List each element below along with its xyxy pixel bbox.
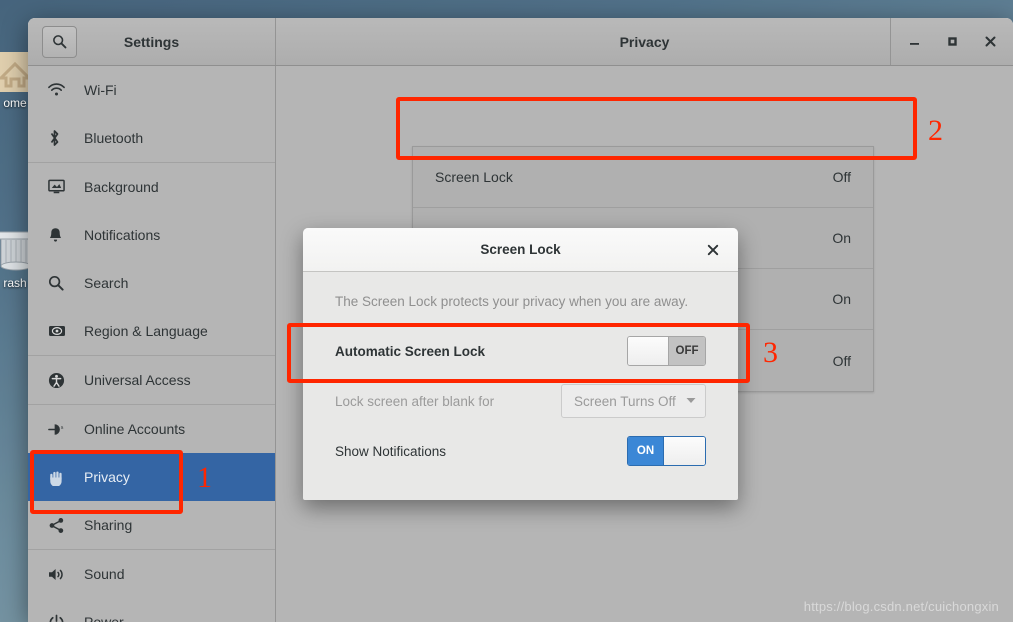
sidebar-item-privacy[interactable]: Privacy [28,453,275,501]
sidebar-item-power[interactable]: Power [28,598,275,622]
close-button[interactable] [971,19,1009,65]
row-label: Automatic Screen Lock [335,343,486,359]
sidebar-item-sharing[interactable]: Sharing [28,501,275,549]
dialog-header: Screen Lock [303,228,738,272]
row-value: Off [832,352,851,369]
dialog-description: The Screen Lock protects your privacy wh… [335,294,689,309]
toggle-knob [628,337,669,365]
hand-icon [48,467,74,487]
content-header: Privacy [276,18,1013,65]
sidebar-item-label: Privacy [84,469,130,485]
sidebar-item-label: Online Accounts [84,421,186,437]
background-icon [48,177,74,197]
close-icon [707,244,719,255]
row-label: Lock screen after blank for [335,393,495,409]
toggle-state-label: ON [628,437,664,465]
online-accounts-icon: s [48,419,74,439]
settings-sidebar: Wi-Fi Bluetooth Background Notifications… [28,66,276,622]
sidebar-item-universal-access[interactable]: Universal Access [28,356,275,404]
svg-text:s: s [61,424,64,431]
speaker-icon [48,564,74,584]
sidebar-item-label: Universal Access [84,372,191,388]
dialog-row-show-notifications: Show Notifications ON [335,431,706,471]
sidebar-item-label: Search [84,275,129,291]
sidebar-item-search[interactable]: Search [28,259,275,307]
share-icon [48,515,74,535]
toggle-state-label: OFF [669,337,705,365]
sidebar-item-notifications[interactable]: Notifications [28,211,275,259]
sidebar-item-label: Bluetooth [84,130,144,146]
watermark-text: https://blog.csdn.net/cuichongxin [803,599,999,614]
show-notifications-toggle[interactable]: ON [627,436,706,466]
sidebar-item-bluetooth[interactable]: Bluetooth [28,114,275,162]
search-icon [48,273,74,293]
dialog-title: Screen Lock [480,242,561,257]
dropdown-value: Screen Turns Off [574,393,676,409]
bluetooth-icon [48,128,74,148]
region-language-icon [48,321,74,341]
sidebar-item-label: Notifications [84,227,161,243]
sidebar-item-region-language[interactable]: Region & Language [28,307,275,355]
sidebar-item-online-accounts[interactable]: s Online Accounts [28,405,275,453]
sidebar-header: Settings [28,18,276,65]
dialog-body: The Screen Lock protects your privacy wh… [303,272,738,500]
sidebar-item-background[interactable]: Background [28,163,275,211]
screen-lock-dialog: Screen Lock The Screen Lock protects you… [303,228,738,500]
search-icon [53,35,67,49]
row-value: Off [832,169,851,185]
search-button[interactable] [42,25,77,58]
lock-delay-dropdown[interactable]: Screen Turns Off [561,384,706,418]
sidebar-item-wifi[interactable]: Wi-Fi [28,66,275,114]
bell-icon [48,225,74,245]
window-controls [890,18,1013,65]
row-value: On [832,230,851,246]
dialog-close-button[interactable] [702,239,724,261]
sidebar-item-label: Sound [84,566,125,582]
privacy-row-screen-lock[interactable]: Screen Lock Off [413,147,873,208]
sidebar-item-label: Power [84,614,124,622]
sidebar-item-label: Wi-Fi [84,82,117,98]
power-icon [48,612,74,622]
close-icon [985,36,995,47]
sidebar-item-label: Background [84,179,159,195]
automatic-screen-lock-toggle[interactable]: OFF [627,336,706,366]
maximize-icon [947,37,957,46]
row-label: Screen Lock [435,169,513,185]
minimize-icon [909,43,919,45]
wifi-icon [48,80,74,100]
sidebar-item-sound[interactable]: Sound [28,550,275,598]
minimize-button[interactable] [895,19,933,65]
dialog-row-lock-after-blank: Lock screen after blank for Screen Turns… [335,381,706,421]
maximize-button[interactable] [933,19,971,65]
chevron-down-icon [686,396,696,406]
window-titlebar: Settings Privacy [28,18,1013,66]
toggle-knob [664,437,705,465]
dialog-row-automatic-screen-lock: Automatic Screen Lock OFF [335,331,706,371]
sidebar-item-label: Sharing [84,517,133,533]
row-value: On [832,291,851,307]
sidebar-item-label: Region & Language [84,323,208,339]
row-label: Show Notifications [335,443,447,459]
accessibility-icon [48,370,74,390]
